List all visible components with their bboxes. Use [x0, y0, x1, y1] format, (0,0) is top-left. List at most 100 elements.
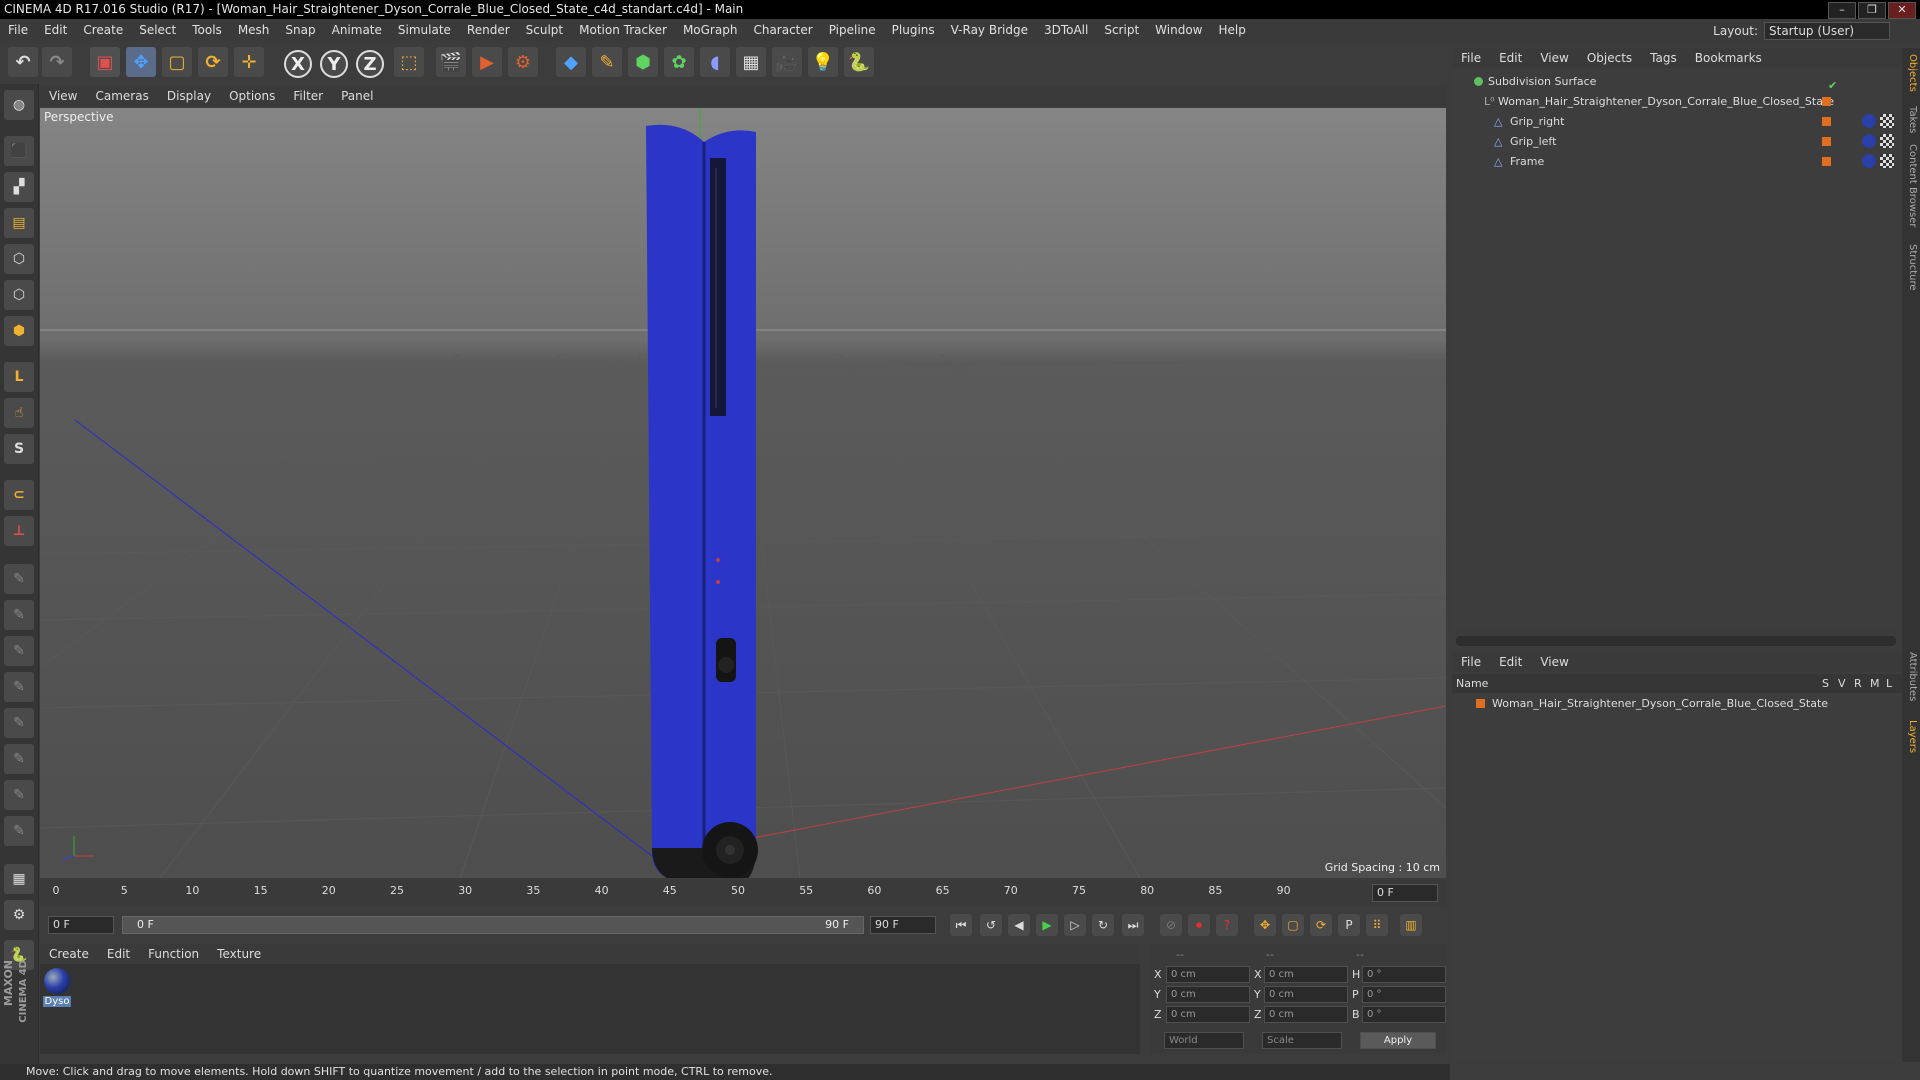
next-frame-icon[interactable]: ▷ [1064, 914, 1086, 936]
key-rotation-icon[interactable]: ⟳ [1310, 914, 1332, 936]
key-parameter-icon[interactable]: P [1338, 914, 1360, 936]
tab-layers[interactable]: Layers [1904, 720, 1918, 753]
3d-viewport[interactable]: Perspective Grid Spacing : 10 cm [40, 108, 1446, 878]
object-menu-view[interactable]: View [1531, 51, 1577, 65]
camera-icon[interactable]: 🎥 [772, 47, 802, 77]
layer-color-swatch[interactable] [1476, 699, 1485, 708]
live-selection-icon[interactable]: ▣ [90, 47, 120, 77]
menu-character[interactable]: Character [745, 23, 820, 37]
menu-create[interactable]: Create [75, 23, 131, 37]
layer-row[interactable]: Woman_Hair_Straightener_Dyson_Corrale_Bl… [1452, 694, 1902, 713]
spline-pen-icon[interactable]: ✎ [592, 47, 622, 77]
menu-sculpt[interactable]: Sculpt [518, 23, 571, 37]
render-view-icon[interactable]: 🎬 [436, 47, 466, 77]
key-position-icon[interactable]: ✥ [1254, 914, 1276, 936]
previous-frame-icon[interactable]: ◀ [1008, 914, 1030, 936]
transform-tool-icon[interactable]: ✛ [234, 47, 264, 77]
layer-menu-file[interactable]: File [1452, 655, 1490, 669]
material-tag-icon[interactable] [1862, 134, 1876, 148]
axis-lock-icon[interactable]: ⊥ [4, 516, 34, 546]
timeline-current-frame-field[interactable]: 0 F [1372, 884, 1438, 902]
subdivision-icon[interactable]: ⬢ [628, 47, 658, 77]
model-mode-icon[interactable]: ⬛ [4, 136, 34, 166]
size-z-field[interactable]: 0 cm [1264, 1006, 1348, 1023]
viewport-menu-filter[interactable]: Filter [284, 89, 332, 103]
menu-plugins[interactable]: Plugins [884, 23, 943, 37]
menu-help[interactable]: Help [1210, 23, 1253, 37]
record-keys-icon[interactable]: ⊘ [1160, 914, 1182, 936]
tree-row[interactable]: △ Grip_right [1452, 112, 1902, 131]
material-menu-create[interactable]: Create [40, 947, 98, 961]
workplane-icon[interactable]: ▤ [4, 208, 34, 238]
rotation-p-field[interactable]: 0 ° [1362, 986, 1446, 1003]
menu-script[interactable]: Script [1096, 23, 1147, 37]
tab-structure[interactable]: Structure [1904, 244, 1918, 291]
rotation-b-field[interactable]: 0 ° [1362, 1006, 1446, 1023]
tab-attributes[interactable]: Attributes [1904, 652, 1918, 701]
make-editable-icon[interactable]: ◍ [4, 90, 34, 120]
deformer-icon[interactable]: ◖ [700, 47, 730, 77]
menu-render[interactable]: Render [459, 23, 518, 37]
y-axis-lock-icon[interactable]: Y [320, 50, 348, 78]
edges-mode-icon[interactable]: ⬡ [4, 280, 34, 310]
coordinate-mode-dropdown[interactable]: Scale [1262, 1032, 1342, 1049]
play-icon[interactable]: ▶ [1036, 914, 1058, 936]
menu-mograph[interactable]: MoGraph [675, 23, 746, 37]
material-tag-icon[interactable] [1862, 154, 1876, 168]
previous-key-icon[interactable]: ↺ [980, 914, 1002, 936]
layer-color-swatch[interactable] [1822, 137, 1831, 146]
uvw-tag-icon[interactable] [1880, 134, 1894, 148]
coordinate-system-icon[interactable]: ⬚ [394, 47, 424, 77]
apply-button[interactable]: Apply [1360, 1032, 1436, 1049]
keyframe-selection-icon[interactable]: ? [1216, 914, 1238, 936]
undo-icon[interactable]: ↶ [8, 47, 38, 77]
tab-takes[interactable]: Takes [1904, 106, 1918, 133]
minimize-button[interactable]: – [1828, 2, 1856, 19]
material-name[interactable]: Dyso [43, 996, 71, 1007]
material-swatch[interactable] [44, 968, 70, 994]
brush-tool-4-icon[interactable]: ✎ [4, 672, 34, 702]
tab-content-browser[interactable]: Content Browser [1904, 144, 1918, 227]
object-menu-edit[interactable]: Edit [1490, 51, 1531, 65]
maximize-button[interactable]: ❐ [1858, 2, 1886, 19]
texture-mode-icon[interactable]: ▞ [4, 172, 34, 202]
layout-dropdown[interactable]: Startup (User) [1764, 22, 1890, 40]
viewport-menu-view[interactable]: View [40, 89, 86, 103]
menu-3dtoall[interactable]: 3DToAll [1036, 23, 1096, 37]
brush-tool-3-icon[interactable]: ✎ [4, 636, 34, 666]
position-z-field[interactable]: 0 cm [1166, 1006, 1250, 1023]
python-icon[interactable]: 🐍 [844, 47, 874, 77]
viewport-menu-options[interactable]: Options [220, 89, 284, 103]
position-x-field[interactable]: 0 cm [1166, 966, 1250, 983]
material-menu-edit[interactable]: Edit [98, 947, 139, 961]
tree-row[interactable]: Subdivision Surface ✔ [1452, 72, 1902, 92]
tree-row[interactable]: △ Frame [1452, 152, 1902, 171]
tree-row[interactable]: L⁰ Woman_Hair_Straightener_Dyson_Corrale… [1452, 92, 1902, 111]
uvw-tag-icon[interactable] [1880, 154, 1894, 168]
menu-window[interactable]: Window [1147, 23, 1210, 37]
render-settings-icon[interactable]: ⚙ [508, 47, 538, 77]
menu-tools[interactable]: Tools [184, 23, 230, 37]
tree-row[interactable]: △ Grip_left [1452, 132, 1902, 151]
points-mode-icon[interactable]: ⬡ [4, 244, 34, 274]
size-y-field[interactable]: 0 cm [1264, 986, 1348, 1003]
magnet-icon[interactable]: ⊂ [4, 480, 34, 510]
menu-file[interactable]: File [0, 23, 36, 37]
move-tool-icon[interactable]: ✥ [126, 47, 156, 77]
max-frame-field[interactable]: 90 F [870, 916, 936, 934]
menu-select[interactable]: Select [131, 23, 184, 37]
render-picture-viewer-icon[interactable]: ▶ [472, 47, 502, 77]
position-y-field[interactable]: 0 cm [1166, 986, 1250, 1003]
viewport-menu-display[interactable]: Display [158, 89, 220, 103]
layer-color-swatch[interactable] [1822, 157, 1831, 166]
menu-animate[interactable]: Animate [324, 23, 390, 37]
menu-mesh[interactable]: Mesh [230, 23, 278, 37]
brush-tool-8-icon[interactable]: ✎ [4, 816, 34, 846]
light-icon[interactable]: 💡 [808, 47, 838, 77]
rotate-tool-icon[interactable]: ⟳ [198, 47, 228, 77]
frame-range-slider[interactable]: 0 F 90 F [122, 916, 864, 934]
menu-motion-tracker[interactable]: Motion Tracker [571, 23, 675, 37]
brush-tool-7-icon[interactable]: ✎ [4, 780, 34, 810]
brush-tool-5-icon[interactable]: ✎ [4, 708, 34, 738]
go-to-end-icon[interactable]: ⏭ [1122, 914, 1144, 936]
